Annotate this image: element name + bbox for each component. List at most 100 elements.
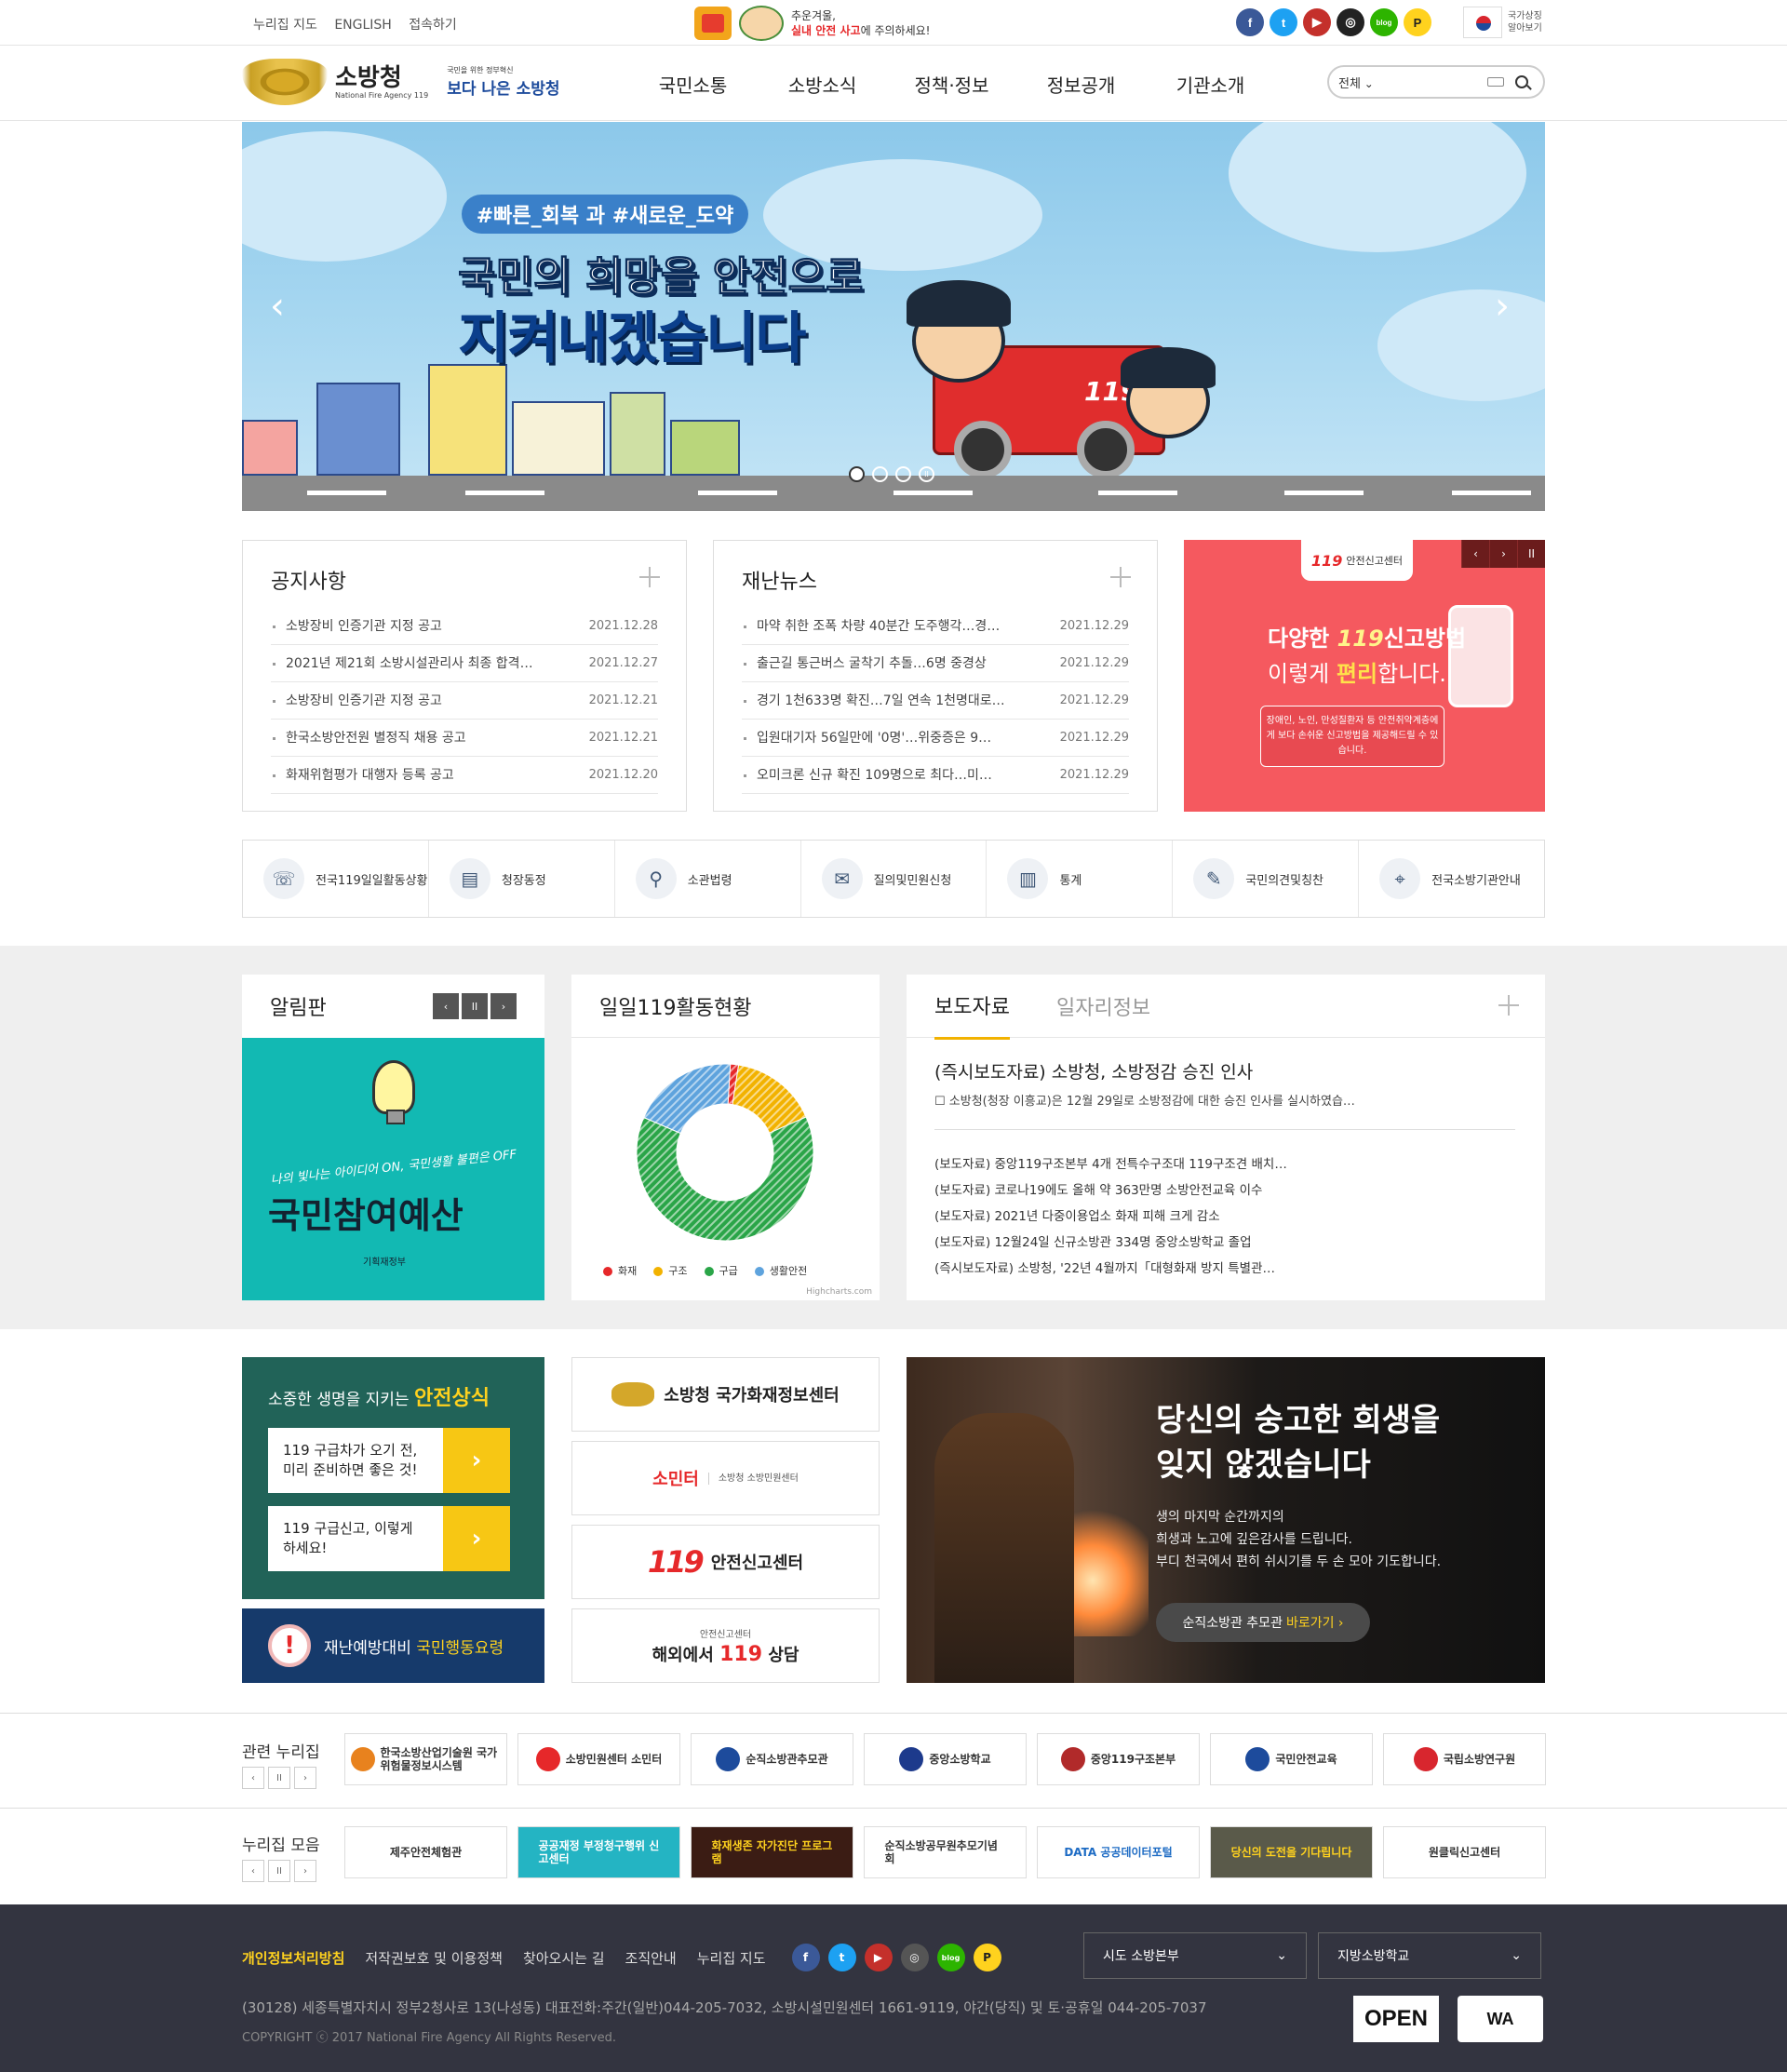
participatory-budget-banner[interactable]: 나의 빛나는 아이디어 ON, 국민생활 불편은 OFF 국민참여예산 기획재정… — [242, 1038, 544, 1300]
slide-dot[interactable] — [872, 466, 888, 482]
list-item[interactable]: 화재위험평가 대행자 등록 공고 2021.12.20 — [271, 757, 658, 794]
site-logo-link[interactable]: 소방민원센터 소민터 — [517, 1733, 680, 1785]
site-logo-link[interactable]: 중앙119구조본부 — [1037, 1733, 1200, 1785]
site-logo-link[interactable]: 제주안전체험관 — [344, 1826, 507, 1878]
prev-button[interactable]: ‹ — [1461, 540, 1489, 568]
site-logo-link[interactable]: 중앙소방학교 — [864, 1733, 1027, 1785]
donut-slice-3[interactable] — [643, 1063, 732, 1135]
youtube-icon[interactable]: ▶ — [864, 1944, 893, 1971]
site-logo-link[interactable]: DATA 공공데이터포털 — [1037, 1826, 1200, 1878]
list-item[interactable]: 한국소방안전원 별정직 채용 공고 2021.12.21 — [271, 720, 658, 757]
slide-dot[interactable] — [895, 466, 911, 482]
list-item[interactable]: (즉시보도자료) 소방청, '22년 4월까지「대형화재 방지 특별관… — [934, 1256, 1372, 1282]
prev-button[interactable]: ‹ — [242, 1860, 264, 1882]
overseas-119-link[interactable]: 안전신고센터 해외에서 119 상담 — [571, 1608, 880, 1683]
fire-school-select[interactable]: 지방소방학교 ⌄ — [1318, 1932, 1541, 1979]
list-item[interactable]: (보도자료) 코로나19에도 올해 약 363만명 소방안전교육 이수 — [934, 1177, 1372, 1204]
tab-jobs[interactable]: 일자리정보 — [1056, 991, 1150, 1021]
prev-button[interactable]: ‹ — [433, 993, 459, 1019]
youtube-icon[interactable]: ▶ — [1303, 8, 1331, 36]
legend-item[interactable]: 구조 — [653, 1263, 687, 1278]
list-item[interactable]: 소방장비 인증기관 지정 공고 2021.12.28 — [271, 608, 658, 645]
site-logo-link[interactable]: 순직소방관추모관 — [691, 1733, 853, 1785]
keyboard-icon[interactable] — [1487, 77, 1504, 87]
nav-policy[interactable]: 정책·정보 — [887, 71, 1016, 98]
quick-link-daily-activity[interactable]: ☏ 전국119일일활동상황 — [243, 841, 429, 917]
pause-button[interactable]: II — [1517, 540, 1545, 568]
list-item[interactable]: 마약 취한 조폭 차량 40분간 도주행각…경… 2021.12.29 — [742, 608, 1129, 645]
list-item[interactable]: 입원대기자 56일만에 '0명'…위중증은 9… 2021.12.29 — [742, 720, 1129, 757]
next-button[interactable]: › — [294, 1860, 316, 1882]
donut-slice-2[interactable] — [636, 1116, 814, 1242]
more-plus-icon[interactable] — [639, 567, 660, 587]
blog-icon[interactable]: blog — [936, 1944, 965, 1971]
memorial-link-button[interactable]: 순직소방관 추모관 바로가기 › — [1156, 1603, 1370, 1642]
twitter-icon[interactable]: t — [1270, 8, 1297, 36]
legend-item[interactable]: 화재 — [603, 1263, 637, 1278]
site-logo-link[interactable]: 공공재정 부정청구행위 신고센터 — [517, 1826, 680, 1878]
twitter-icon[interactable]: t — [827, 1944, 856, 1971]
wa-badge[interactable]: WA — [1458, 1996, 1543, 2042]
facebook-icon[interactable]: f — [791, 1944, 820, 1971]
search-input[interactable] — [1394, 74, 1487, 89]
slide-dot[interactable] — [849, 466, 865, 482]
privacy-policy-link[interactable]: 개인정보처리방침 — [242, 1948, 344, 1968]
site-logo[interactable]: 소방청 National Fire Agency 119 국민을 위한 정부혁신… — [242, 59, 560, 105]
list-item[interactable]: 출근길 통근버스 굴착기 추돌…6명 중경상 2021.12.29 — [742, 645, 1129, 682]
pause-button[interactable]: II — [462, 993, 488, 1019]
english-link[interactable]: ENGLISH — [334, 18, 392, 33]
directions-link[interactable]: 찾아오시는 길 — [523, 1948, 605, 1968]
list-item[interactable]: (보도자료) 2021년 다중이용업소 화재 피해 크게 감소 — [934, 1204, 1372, 1230]
list-item[interactable]: 오미크론 신규 확진 109명으로 최다…미… 2021.12.29 — [742, 757, 1129, 794]
legend-item[interactable]: 생활안전 — [755, 1263, 807, 1278]
disaster-guide-banner[interactable]: ! 재난예방대비 국민행동요령 — [242, 1608, 544, 1683]
prev-button[interactable]: ‹ — [242, 1767, 264, 1789]
post-icon[interactable]: P — [1404, 8, 1431, 36]
list-item[interactable]: 경기 1천633명 확진…7일 연속 1천명대로… 2021.12.29 — [742, 682, 1129, 720]
more-plus-icon[interactable] — [1498, 995, 1519, 1016]
pause-button[interactable]: II — [268, 1860, 290, 1882]
regional-hq-select[interactable]: 시도 소방본부 ⌄ — [1083, 1932, 1307, 1979]
next-button[interactable]: › — [294, 1767, 316, 1789]
pause-button[interactable]: II — [268, 1767, 290, 1789]
search-scope-select[interactable]: 전체 — [1338, 74, 1394, 91]
national-symbol-link[interactable]: 국가상징 알아보기 — [1463, 7, 1545, 38]
organization-link[interactable]: 조직안내 — [625, 1948, 677, 1968]
hero-next-button[interactable]: › — [1495, 288, 1517, 325]
site-logo-link[interactable]: 원클릭신고센터 — [1383, 1826, 1546, 1878]
post-icon[interactable]: P — [973, 1944, 1001, 1971]
quick-link-statistics[interactable]: ▥ 통계 — [987, 841, 1174, 917]
list-item[interactable]: 2021년 제21회 소방시설관리사 최종 합격… 2021.12.27 — [271, 645, 658, 682]
search-icon[interactable] — [1515, 75, 1528, 88]
instagram-icon[interactable]: ◎ — [1337, 8, 1364, 36]
site-logo-link[interactable]: 국립소방연구원 — [1383, 1733, 1546, 1785]
legend-item[interactable]: 구급 — [705, 1263, 738, 1278]
nav-news[interactable]: 소방소식 — [758, 71, 887, 98]
login-link[interactable]: 접속하기 — [409, 18, 457, 33]
facebook-icon[interactable]: f — [1236, 8, 1264, 36]
next-button[interactable]: › — [490, 993, 517, 1019]
safety-report-promo[interactable]: 119 안전신고센터 ‹ › II 다양한 119신고방법 이렇게 편리합니다. … — [1184, 540, 1545, 812]
list-item[interactable]: 소방장비 인증기관 지정 공고 2021.12.21 — [271, 682, 658, 720]
somin-center-link[interactable]: 소민터 소방청 소방민원센터 — [571, 1441, 880, 1515]
blog-icon[interactable]: blog — [1370, 8, 1398, 36]
quick-link-opinion[interactable]: ✎ 국민의견및칭찬 — [1173, 841, 1360, 917]
quick-link-inquiry[interactable]: ✉ 질의및민원신청 — [801, 841, 988, 917]
safety-tip-ambulance[interactable]: 119 구급차가 오기 전, 미리 준비하면 좋은 것! › — [268, 1428, 510, 1493]
next-button[interactable]: › — [1489, 540, 1517, 568]
safety-report-center-link[interactable]: 119 안전신고센터 — [571, 1525, 880, 1599]
more-plus-icon[interactable] — [1110, 567, 1131, 587]
pause-icon[interactable]: II — [919, 466, 934, 482]
quick-link-agencies[interactable]: ⌖ 전국소방기관안내 — [1359, 841, 1544, 917]
site-logo-link[interactable]: 국민안전교육 — [1210, 1733, 1373, 1785]
hero-prev-button[interactable]: ‹ — [270, 288, 292, 325]
sitemap-link[interactable]: 누리집 지도 — [697, 1948, 766, 1968]
nav-about[interactable]: 기관소개 — [1146, 71, 1275, 98]
site-logo-link[interactable]: 한국소방산업기술원 국가위험물정보시스템 — [344, 1733, 507, 1785]
quick-link-chief-news[interactable]: ▤ 청장동정 — [429, 841, 615, 917]
fire-info-center-link[interactable]: 소방청 국가화재정보센터 — [571, 1357, 880, 1432]
site-logo-link[interactable]: 순직소방공무원추모기념회 — [864, 1826, 1027, 1878]
press-headline-item[interactable]: (즉시보도자료) 소방청, 소방정감 승진 인사 ☐ 소방청(청장 이흥교)은 … — [934, 1058, 1515, 1109]
safety-tip-report[interactable]: 119 구급신고, 이렇게 하세요! › — [268, 1506, 510, 1571]
quick-link-laws[interactable]: ⚲ 소관법령 — [615, 841, 801, 917]
